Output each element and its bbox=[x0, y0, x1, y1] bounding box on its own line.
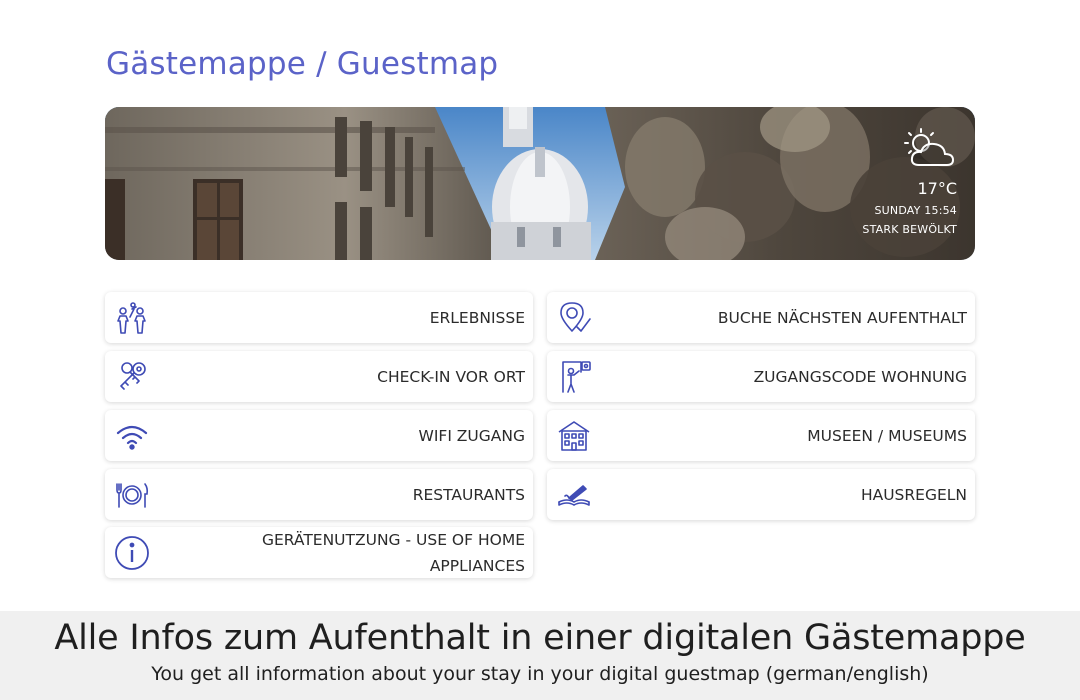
tile-check-in[interactable]: CHECK-IN VOR ORT bbox=[105, 351, 533, 402]
footer-subline: You get all information about your stay … bbox=[151, 663, 929, 685]
partly-cloudy-icon bbox=[904, 128, 955, 166]
tile-museen[interactable]: MUSEEN / MUSEUMS bbox=[547, 410, 975, 461]
tile-label: BUCHE NÄCHSTEN AUFENTHALT bbox=[717, 308, 967, 327]
keys-icon bbox=[120, 361, 146, 390]
footer-headline: Alle Infos zum Aufenthalt in einer digit… bbox=[54, 618, 1026, 658]
tile-wifi[interactable]: WIFI ZUGANG bbox=[105, 410, 533, 461]
tile-label: WIFI ZUGANG bbox=[418, 426, 526, 445]
wifi-icon bbox=[116, 425, 148, 450]
plate-cutlery-icon bbox=[116, 482, 149, 508]
tile-label: MUSEEN / MUSEUMS bbox=[807, 426, 967, 445]
tile-label: GERÄTENUTZUNG - USE OF HOME APPLIANCES bbox=[261, 530, 525, 575]
tile-label: ZUGANGSCODE WOHNUNG bbox=[753, 367, 967, 386]
location-check-icon bbox=[560, 301, 591, 332]
tile-hausregeln[interactable]: HAUSREGELN bbox=[547, 469, 975, 520]
header-banner: 17°C SUNDAY 15:54 STARK BEWÖLKT bbox=[105, 107, 975, 260]
museum-building-icon bbox=[558, 420, 590, 451]
tile-label: ERLEBNISSE bbox=[429, 308, 525, 327]
tile-erlebnisse[interactable]: ERLEBNISSE bbox=[105, 292, 533, 343]
tile-label: HAUSREGELN bbox=[860, 485, 967, 504]
tile-restaurants[interactable]: RESTAURANTS bbox=[105, 469, 533, 520]
day-time: SUNDAY 15:54 bbox=[874, 204, 957, 217]
temperature: 17°C bbox=[917, 179, 957, 198]
door-code-icon bbox=[562, 360, 591, 393]
book-pen-icon bbox=[558, 484, 590, 506]
tile-label: RESTAURANTS bbox=[412, 485, 525, 504]
tile-zugangscode[interactable]: ZUGANGSCODE WOHNUNG bbox=[547, 351, 975, 402]
weather-widget: 17°C SUNDAY 15:54 STARK BEWÖLKT bbox=[817, 127, 957, 236]
people-experience-icon bbox=[117, 301, 146, 334]
tile-buche-aufenthalt[interactable]: BUCHE NÄCHSTEN AUFENTHALT bbox=[547, 292, 975, 343]
page-title: Gästemappe / Guestmap bbox=[106, 46, 499, 82]
tile-label: CHECK-IN VOR ORT bbox=[377, 367, 525, 386]
footer-banner: Alle Infos zum Aufenthalt in einer digit… bbox=[0, 611, 1080, 700]
weather-condition: STARK BEWÖLKT bbox=[862, 223, 957, 236]
tile-appliances[interactable]: GERÄTENUTZUNG - USE OF HOME APPLIANCES bbox=[105, 527, 533, 578]
info-icon bbox=[115, 535, 149, 570]
